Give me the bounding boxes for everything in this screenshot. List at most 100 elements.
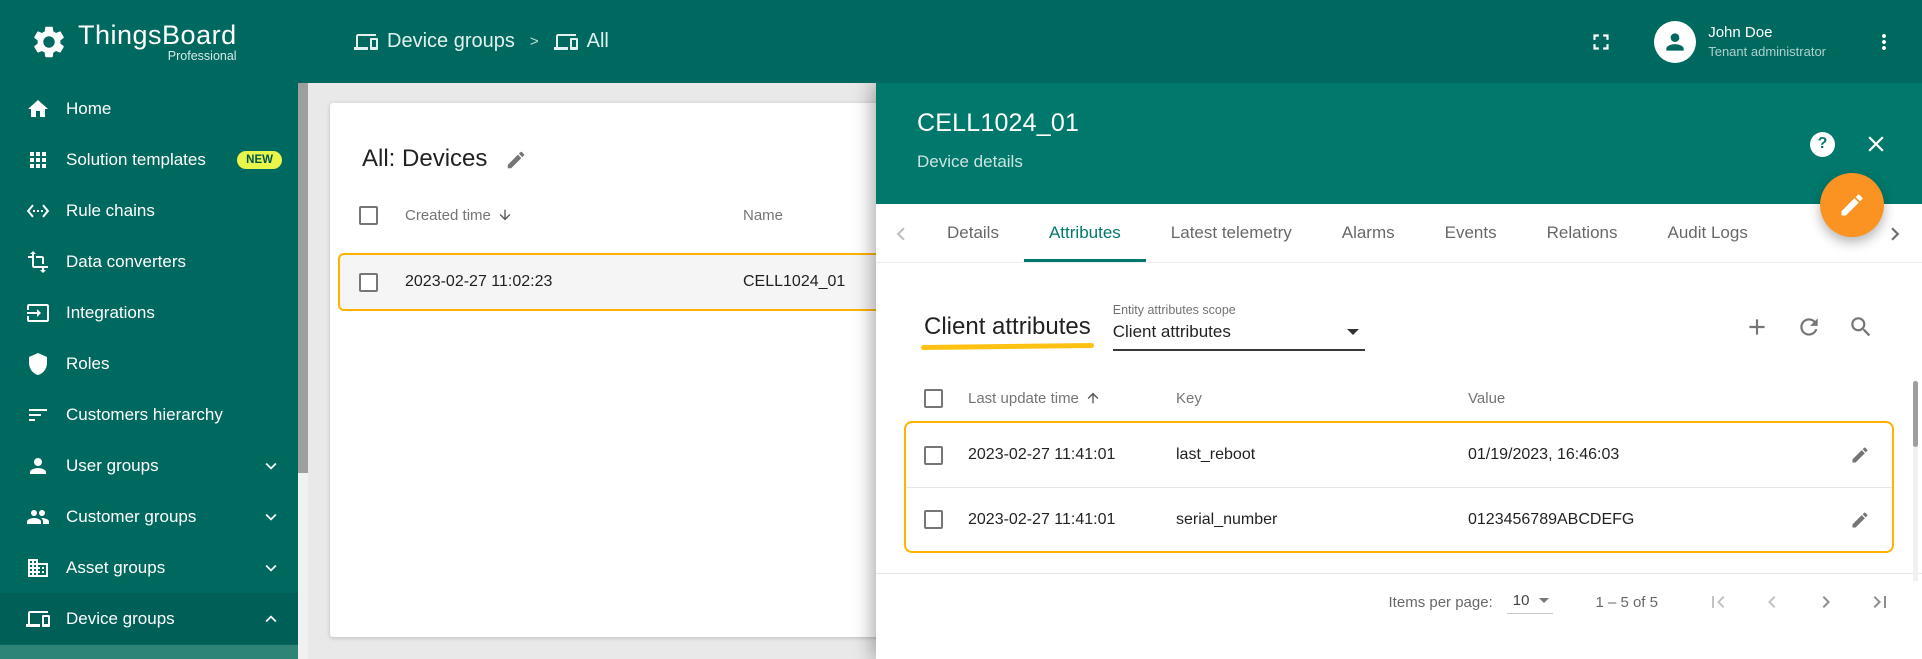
sidebar-item-device-groups[interactable]: Device groups <box>0 593 298 644</box>
chevron-down-icon <box>260 557 282 579</box>
tab-alarms[interactable]: Alarms <box>1317 204 1420 262</box>
next-page-icon[interactable] <box>1814 590 1838 614</box>
tabs-scroll-left-icon[interactable] <box>888 221 914 247</box>
edit-icon[interactable] <box>505 149 527 173</box>
panel-title: CELL1024_01 <box>917 109 1886 138</box>
gear-logo-icon <box>30 23 68 61</box>
select-all-checkbox[interactable] <box>924 389 943 408</box>
new-badge: NEW <box>237 151 282 169</box>
attributes-highlight-box: 2023-02-27 11:41:01 last_reboot 01/19/20… <box>904 421 1894 553</box>
tab-audit-logs[interactable]: Audit Logs <box>1643 204 1773 262</box>
panel-subtitle: Device details <box>917 152 1886 172</box>
more-vert-icon[interactable] <box>1872 30 1896 54</box>
attr-key: last_reboot <box>1176 446 1468 464</box>
device-details-panel: CELL1024_01 Device details ? Details Att… <box>876 83 1922 659</box>
avatar[interactable] <box>1654 21 1696 63</box>
sidebar-item-integrations[interactable]: Integrations <box>0 287 298 338</box>
panel-header: CELL1024_01 Device details ? <box>876 83 1922 204</box>
fullscreen-icon[interactable] <box>1588 29 1614 55</box>
user-role: Tenant administrator <box>1708 44 1826 59</box>
first-page-icon[interactable] <box>1706 590 1730 614</box>
home-icon <box>26 97 50 121</box>
tab-relations[interactable]: Relations <box>1522 204 1643 262</box>
row-checkbox[interactable] <box>924 446 943 465</box>
sidebar-item-home[interactable]: Home <box>0 83 298 134</box>
sidebar-item-customers-hierarchy[interactable]: Customers hierarchy <box>0 389 298 440</box>
apps-icon <box>26 148 50 172</box>
column-last-update-time[interactable]: Last update time <box>968 390 1176 407</box>
attributes-table-header: Last update time Key Value <box>904 375 1894 421</box>
people-icon <box>26 505 50 529</box>
sidebar-subitem-partial[interactable] <box>0 645 298 659</box>
table-scrollbar-thumb[interactable] <box>1913 381 1918 447</box>
sidebar-item-solution-templates[interactable]: Solution templates NEW <box>0 134 298 185</box>
sidebar-item-customer-groups[interactable]: Customer groups <box>0 491 298 542</box>
tutorial-marker <box>921 343 1094 350</box>
select-all-checkbox[interactable] <box>359 206 378 225</box>
refresh-icon[interactable] <box>1796 314 1822 340</box>
tab-latest-telemetry[interactable]: Latest telemetry <box>1146 204 1317 262</box>
person-icon <box>26 454 50 478</box>
top-bar: ThingsBoard Professional Device groups >… <box>0 0 1922 83</box>
sidebar-item-roles[interactable]: Roles <box>0 338 298 389</box>
user-name: John Doe <box>1708 24 1826 41</box>
thingsboard-logo[interactable]: ThingsBoard Professional <box>0 20 298 63</box>
user-info: John Doe Tenant administrator <box>1708 24 1826 59</box>
row-checkbox[interactable] <box>924 510 943 529</box>
sort-desc-icon <box>497 207 513 223</box>
sidebar-item-asset-groups[interactable]: Asset groups <box>0 542 298 593</box>
sidebar-item-rule-chains[interactable]: Rule chains <box>0 185 298 236</box>
attribute-row[interactable]: 2023-02-27 11:41:01 last_reboot 01/19/20… <box>906 423 1892 487</box>
previous-page-icon[interactable] <box>1760 590 1784 614</box>
column-key: Key <box>1176 390 1468 407</box>
edit-icon[interactable] <box>1850 445 1870 465</box>
page-size-select[interactable]: 10 <box>1507 590 1554 614</box>
transform-icon <box>26 250 50 274</box>
sidebar-scrollbar[interactable] <box>298 83 308 659</box>
chevron-down-icon <box>260 455 282 477</box>
page-range: 1 – 5 of 5 <box>1595 594 1658 611</box>
last-page-icon[interactable] <box>1868 590 1892 614</box>
attributes-tab-content: Client attributes Entity attributes scop… <box>876 263 1922 659</box>
row-created-time: 2023-02-27 11:02:23 <box>405 273 743 291</box>
search-icon[interactable] <box>1848 314 1874 340</box>
edit-icon[interactable] <box>1850 510 1870 530</box>
attr-value: 0123456789ABCDEFG <box>1468 511 1828 529</box>
brand-name: ThingsBoard <box>78 20 237 51</box>
breadcrumb-root-label: Device groups <box>387 30 515 53</box>
sidebar-item-data-converters[interactable]: Data converters <box>0 236 298 287</box>
add-attribute-icon[interactable] <box>1744 314 1770 340</box>
sidebar-scrollbar-thumb[interactable] <box>298 83 308 473</box>
attributes-heading: Client attributes <box>924 313 1091 341</box>
attributes-scope-select[interactable]: Entity attributes scope Client attribute… <box>1113 303 1365 351</box>
shield-icon <box>26 352 50 376</box>
table-scrollbar[interactable] <box>1913 381 1918 581</box>
breadcrumb: Device groups > All <box>354 30 609 54</box>
attribute-row[interactable]: 2023-02-27 11:41:01 serial_number 012345… <box>906 487 1892 551</box>
chevron-up-icon <box>260 608 282 630</box>
sidebar: Home Solution templates NEW Rule chains … <box>0 83 298 659</box>
brand-edition: Professional <box>168 49 237 63</box>
device-groups-icon <box>26 607 50 631</box>
column-created-time[interactable]: Created time <box>405 207 743 224</box>
breadcrumb-separator: > <box>530 33 539 50</box>
device-groups-icon <box>354 30 378 54</box>
dropdown-caret-icon <box>1539 598 1549 603</box>
row-checkbox[interactable] <box>359 273 378 292</box>
tab-details[interactable]: Details <box>922 204 1024 262</box>
sidebar-item-user-groups[interactable]: User groups <box>0 440 298 491</box>
tab-events[interactable]: Events <box>1420 204 1522 262</box>
rule-chains-icon <box>26 199 50 223</box>
breadcrumb-all[interactable]: All <box>554 30 609 54</box>
tabs-scroll-right-icon[interactable] <box>1882 221 1908 247</box>
tab-attributes[interactable]: Attributes <box>1024 204 1146 262</box>
close-icon[interactable] <box>1863 131 1889 157</box>
attr-last-update-time: 2023-02-27 11:41:01 <box>968 511 1176 529</box>
breadcrumb-device-groups[interactable]: Device groups <box>354 30 515 54</box>
attr-last-update-time: 2023-02-27 11:41:01 <box>968 446 1176 464</box>
help-icon[interactable]: ? <box>1810 132 1835 157</box>
input-icon <box>26 301 50 325</box>
dropdown-caret-icon <box>1347 329 1359 335</box>
edit-fab[interactable] <box>1820 173 1884 237</box>
attr-value: 01/19/2023, 16:46:03 <box>1468 446 1828 464</box>
